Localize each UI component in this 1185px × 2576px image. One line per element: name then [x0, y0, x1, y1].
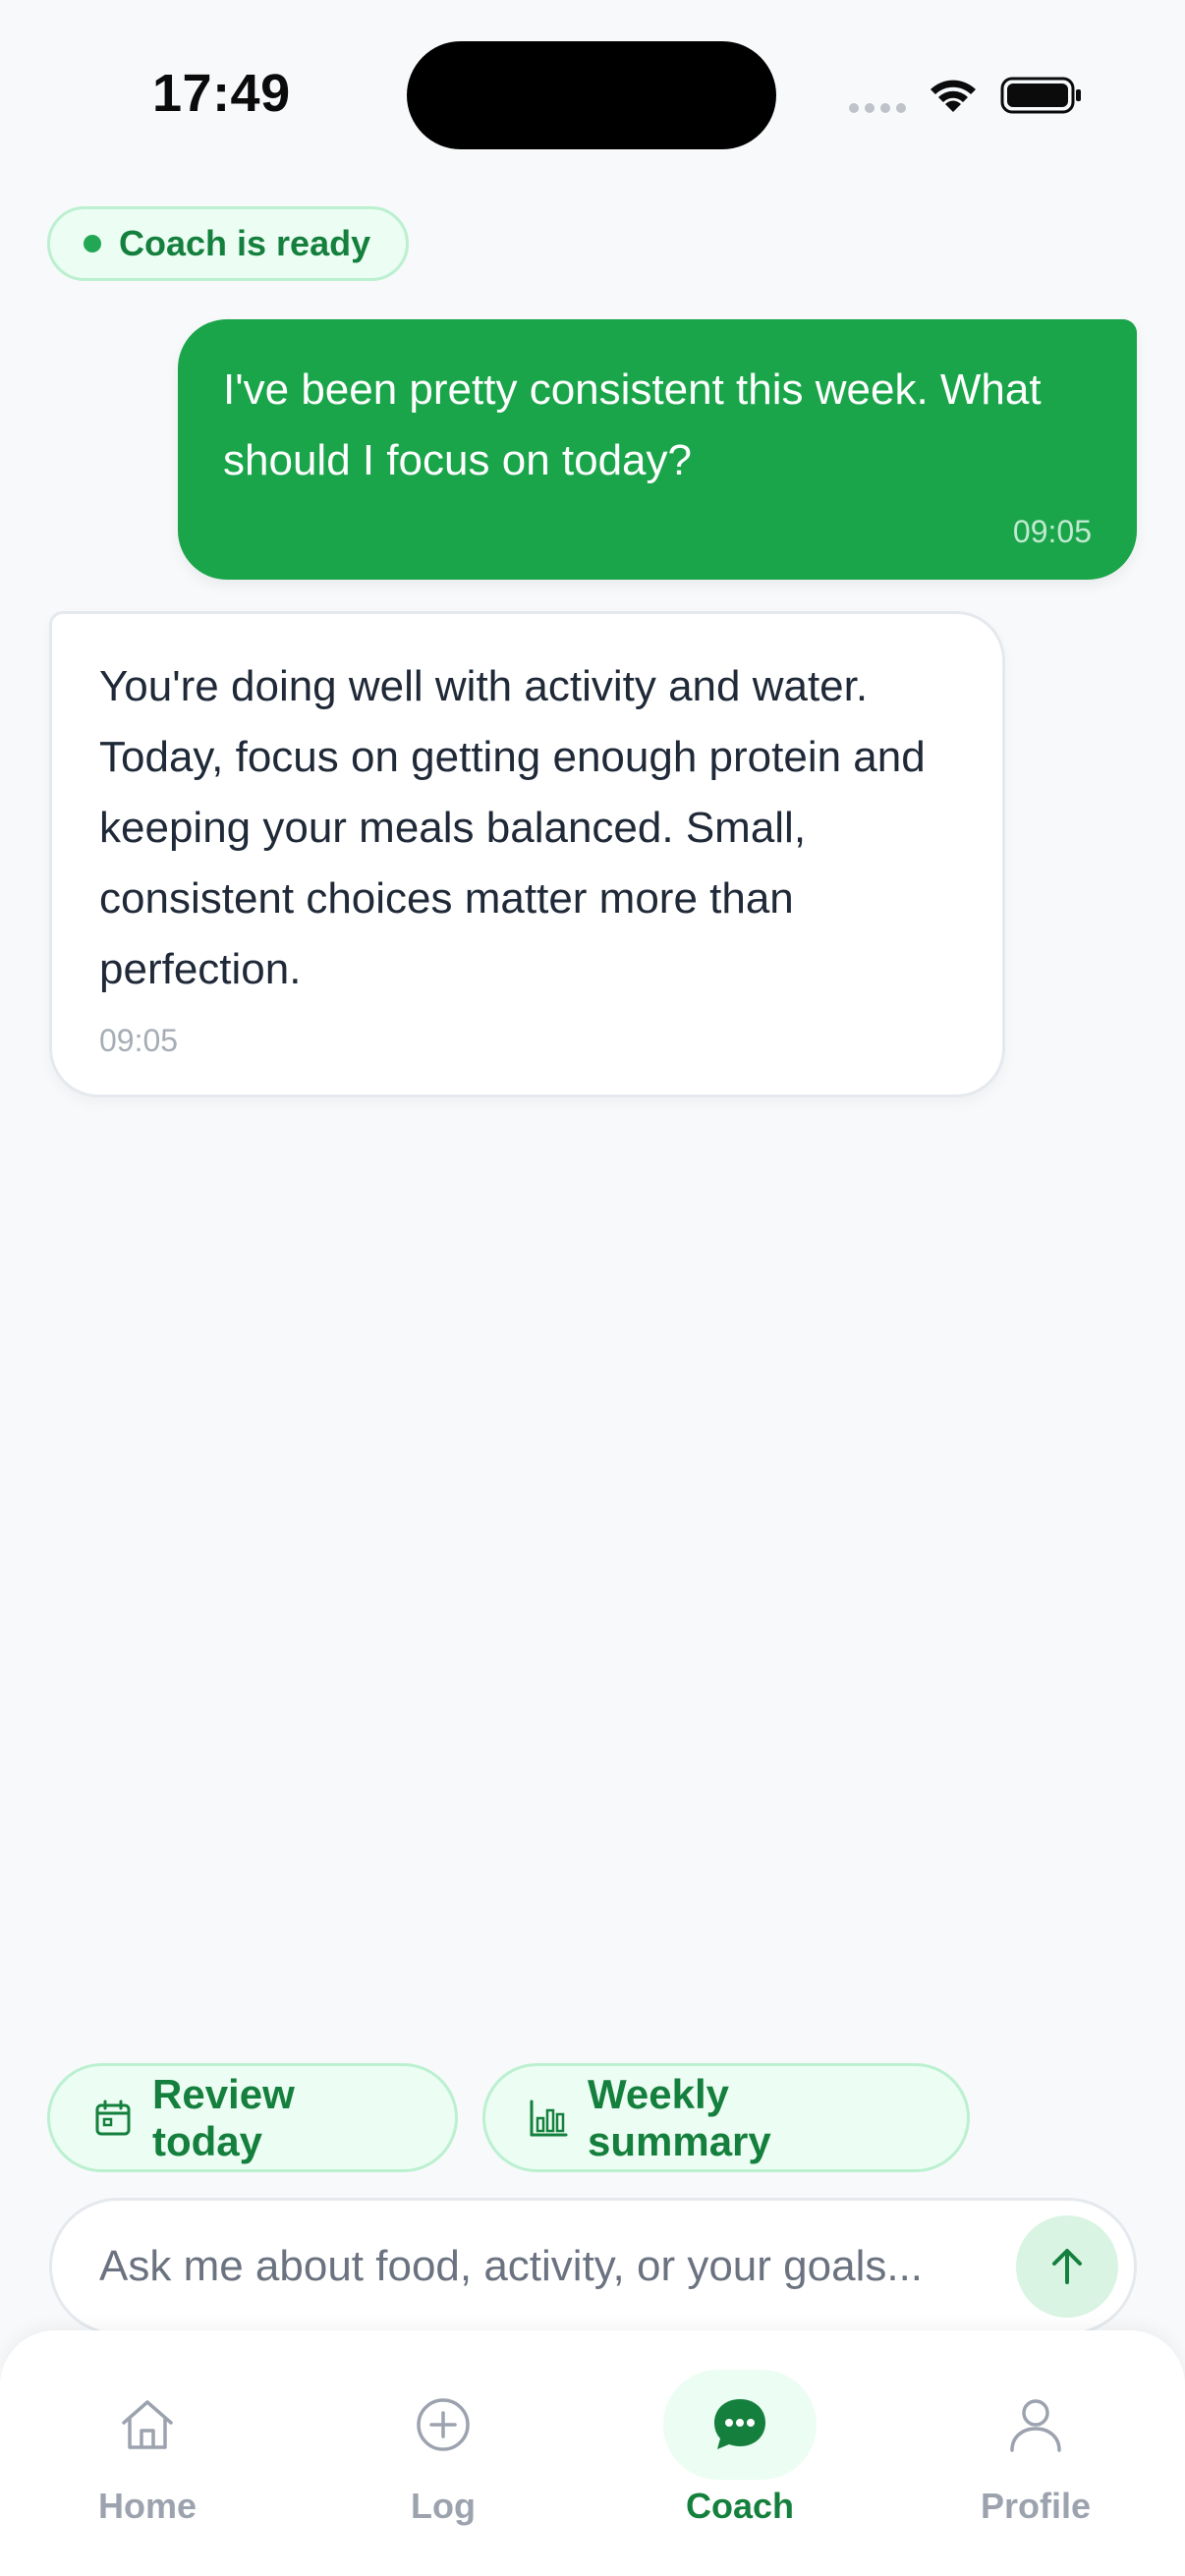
coach-message-text: You're doing well with activity and wate… — [99, 662, 926, 993]
coach-message-time: 09:05 — [99, 1023, 179, 1058]
send-button[interactable] — [1016, 2215, 1118, 2318]
nav-log-label: Log — [411, 2486, 476, 2526]
review-today-label: Review today — [152, 2070, 295, 2164]
review-today-button[interactable]: Review today — [47, 2063, 458, 2172]
message-composer — [49, 2198, 1137, 2335]
user-message-time: 09:05 — [1012, 514, 1092, 549]
arrow-up-icon — [1052, 2249, 1082, 2284]
wifi-icon — [931, 80, 976, 112]
plus-circle-icon — [417, 2398, 470, 2451]
nav-item-log[interactable]: Log — [345, 2370, 541, 2547]
nav-item-profile[interactable]: Profile — [937, 2370, 1134, 2547]
nav-profile-icon-wrap — [959, 2370, 1112, 2480]
bar-chart-icon — [530, 2100, 568, 2136]
nav-coach-icon-wrap — [663, 2370, 817, 2480]
nav-item-home[interactable]: Home — [49, 2370, 246, 2547]
status-bar: 17:49 — [0, 0, 1185, 196]
dynamic-island — [407, 41, 776, 149]
message-input[interactable] — [99, 2227, 984, 2306]
battery-icon — [1000, 77, 1081, 114]
cellular-signal-icon — [849, 103, 906, 113]
nav-item-coach[interactable]: Coach — [642, 2370, 838, 2547]
user-message-bubble: I've been pretty consistent this week. W… — [178, 319, 1137, 580]
nav-log-icon-wrap — [367, 2370, 520, 2480]
nav-home-icon-wrap — [71, 2370, 224, 2480]
nav-profile-label: Profile — [980, 2486, 1092, 2526]
calendar-icon — [95, 2100, 131, 2135]
online-dot-icon — [84, 235, 101, 252]
coach-status-label: Coach is ready — [119, 223, 371, 263]
status-time: 17:49 — [152, 64, 291, 123]
nav-home-label: Home — [97, 2486, 198, 2526]
chat-bubble-icon — [714, 2399, 765, 2449]
coach-status-badge: Coach is ready — [47, 206, 410, 281]
weekly-summary-button[interactable]: Weekly summary — [482, 2063, 970, 2172]
user-icon — [1010, 2399, 1061, 2452]
home-icon — [122, 2400, 173, 2449]
coach-message-bubble: You're doing well with activity and wate… — [49, 611, 1005, 1097]
nav-coach-label: Coach — [685, 2486, 795, 2526]
weekly-summary-label: Weekly summary — [588, 2070, 771, 2164]
bottom-navigation: Home Log Coach Profile — [0, 2330, 1185, 2576]
user-message-text: I've been pretty consistent this week. W… — [223, 365, 1042, 484]
